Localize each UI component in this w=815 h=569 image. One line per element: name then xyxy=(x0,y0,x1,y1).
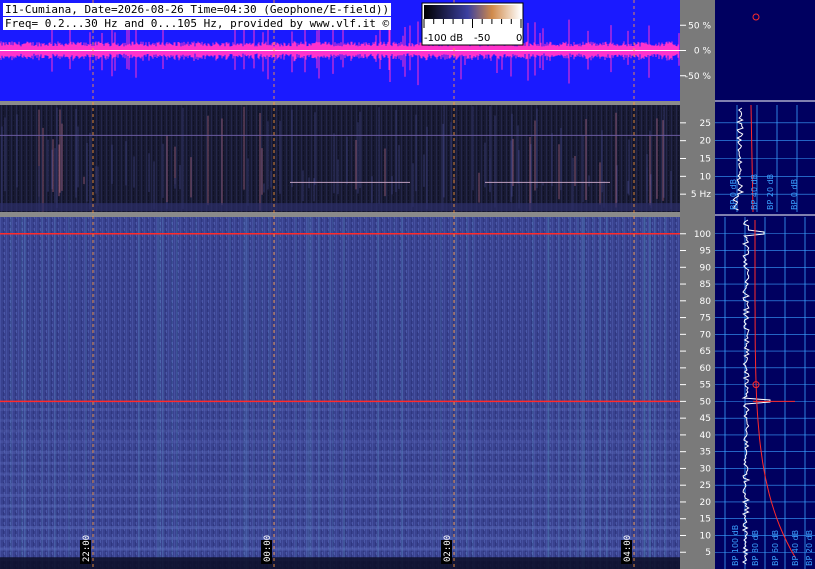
y-tick-label: 10 xyxy=(700,531,712,541)
profile-high-axis-group: BP 60 dB xyxy=(771,530,780,566)
profile-low-axis-label: BP 0 dB xyxy=(729,179,738,210)
profile-high-axis-label: BP 80 dB xyxy=(751,530,760,566)
y-tick-label: 95 xyxy=(700,247,711,257)
colorbar-label-min: -100 dB xyxy=(424,33,463,44)
x-tick-label: 00:00 xyxy=(263,535,273,562)
x-tick-group: 00:00 xyxy=(261,535,273,564)
y-tick-label: 20 xyxy=(700,137,712,147)
y-tick-label: 40 xyxy=(700,431,712,441)
spectrogram-low-floor xyxy=(0,203,680,212)
y-tick-label: 10 xyxy=(700,172,712,182)
colorbar-label-max: 0 xyxy=(516,33,522,44)
profile-high-axis-label: BP 40 dB xyxy=(791,530,800,566)
x-tick-group: 04:00 xyxy=(621,535,633,564)
y-tick-label: 100 xyxy=(694,230,711,240)
spectrogram-low-background xyxy=(0,105,680,212)
vlf-monitor-display: 22:00 00:00 02:00 04:00 50 % 0 % -50 % 25 20 15 1… xyxy=(0,0,815,569)
y-tick-label: -50 % xyxy=(685,72,712,82)
spectrogram-high-floor xyxy=(0,557,680,569)
y-tick-label: 60 xyxy=(700,364,712,374)
y-tick-label: 5 xyxy=(705,548,711,558)
y-tick-label: 25 xyxy=(700,481,711,491)
y-tick-label: 55 xyxy=(700,381,711,391)
profile-low-axis-group: BP 40 dB xyxy=(750,174,759,210)
profile-high-axis-group: BP 80 dB xyxy=(751,530,760,566)
y-tick-label: 90 xyxy=(700,263,712,273)
y-tick-label: 75 xyxy=(700,314,711,324)
y-tick-label: 50 xyxy=(700,397,712,407)
y-tick-label: 35 xyxy=(700,448,711,458)
colorbar-gradient xyxy=(424,5,521,19)
y-tick-label: 15 xyxy=(700,515,711,525)
y-tick-label: 70 xyxy=(700,330,712,340)
profile-low-axis-label: BP 20 dB xyxy=(766,174,775,210)
y-tick-label: 50 % xyxy=(688,21,711,31)
panel-separator xyxy=(0,101,680,105)
spectrogram-chart: 22:00 00:00 02:00 04:00 50 % 0 % -50 % 25 20 15 1… xyxy=(0,0,815,569)
y-tick-label: 30 xyxy=(700,464,712,474)
x-tick-group: 02:00 xyxy=(441,535,453,564)
profile-high-axis-label: BP 20 dB xyxy=(805,530,814,566)
profile-low-axis-label: BP 0 dB xyxy=(790,179,799,210)
profile-low-axis-group: BP 0 dB xyxy=(790,179,799,210)
profile-low-axis-label: BP 40 dB xyxy=(750,174,759,210)
profile-high-axis-label: BP 60 dB xyxy=(771,530,780,566)
profile-high-axis-group: BP 40 dB xyxy=(791,530,800,566)
profile-low-axis-group: BP 20 dB xyxy=(766,174,775,210)
profile-high-axis-group: BP 20 dB xyxy=(805,530,814,566)
panel-separator xyxy=(0,212,680,217)
y-tick-label: 65 xyxy=(700,347,711,357)
y-tick-label: 20 xyxy=(700,498,712,508)
colorbar-label-mid: -50 xyxy=(474,33,490,44)
y-tick-label: 85 xyxy=(700,280,711,290)
x-tick-label: 22:00 xyxy=(82,535,92,562)
y-tick-label: 15 xyxy=(700,155,711,165)
y-tick-label: 45 xyxy=(700,414,711,424)
profile-high-axis-group: BP 100 dB xyxy=(731,525,740,566)
y-tick-label: 0 % xyxy=(694,47,712,57)
profile-low-axis-group: BP 0 dB xyxy=(729,179,738,210)
y-tick-label: 80 xyxy=(700,297,712,307)
colorbar: -100 dB -50 0 xyxy=(421,2,524,46)
header-title: I1-Cumiana, Date=2026-08-26 Time=04:30 (… xyxy=(3,3,392,16)
x-tick-label: 04:00 xyxy=(623,535,633,562)
profile-high-axis-label: BP 100 dB xyxy=(731,525,740,566)
x-tick-label: 02:00 xyxy=(443,535,453,562)
y-tick-label: 25 xyxy=(700,119,711,129)
header-subtitle: Freq= 0.2...30 Hz and 0...105 Hz, provid… xyxy=(3,17,392,30)
x-tick-group: 22:00 xyxy=(80,535,92,564)
y-tick-label: 5 Hz xyxy=(691,190,711,200)
